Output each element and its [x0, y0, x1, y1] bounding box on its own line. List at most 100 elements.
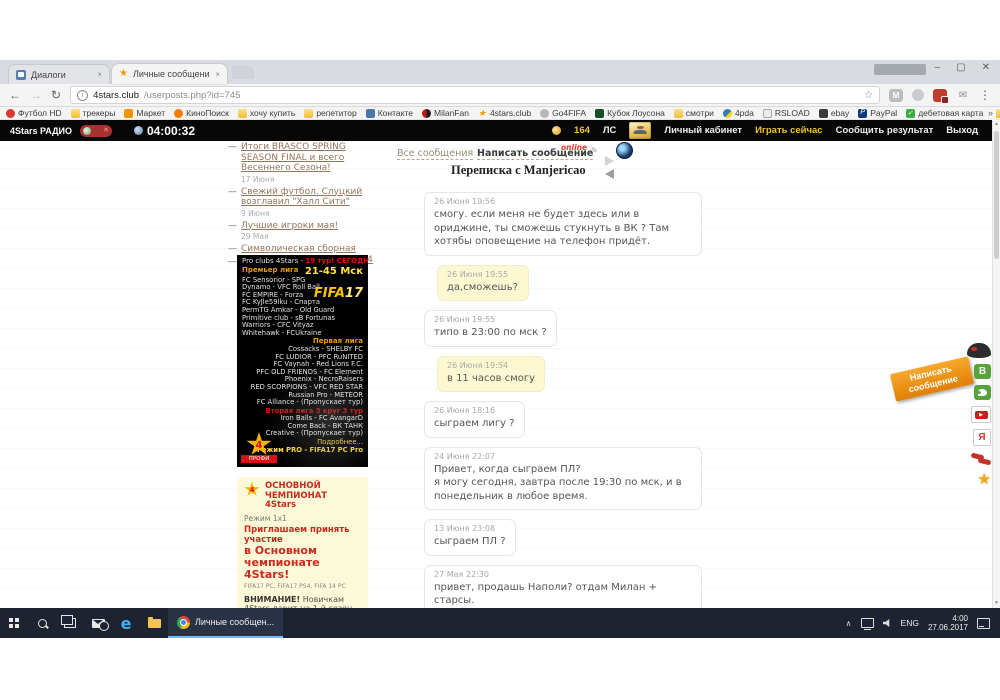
explorer-button[interactable] — [140, 608, 168, 638]
handshake-icon[interactable] — [971, 452, 991, 466]
tab-close-icon[interactable]: × — [215, 70, 220, 79]
network-icon[interactable] — [861, 618, 874, 628]
gmail-extension-icon[interactable]: M — [889, 89, 903, 102]
maximize-button[interactable]: ▢ — [956, 62, 965, 73]
bookmark[interactable]: репетитор — [304, 108, 356, 118]
message-avatar[interactable] — [395, 192, 416, 219]
tab-strip: Диалоги × ★ Личные сообщения КА × – ▢ ✕ — [0, 60, 1000, 84]
scroll-up-icon[interactable]: ▲ — [993, 120, 1000, 129]
cap-icon[interactable] — [967, 343, 991, 358]
bookmark[interactable]: Go4FIFA — [540, 108, 586, 118]
user-avatar[interactable] — [629, 122, 651, 139]
new-tab-button[interactable] — [232, 66, 254, 79]
bookmark[interactable]: Контакте — [366, 108, 413, 118]
minimize-button[interactable]: – — [935, 62, 941, 73]
yandex-icon[interactable]: Я — [973, 429, 991, 446]
scroll-down-icon[interactable]: ▼ — [993, 599, 1000, 608]
message-bubble: 26 Июня 19:55 да,сможешь? — [437, 265, 529, 302]
language-indicator[interactable]: ENG — [901, 618, 919, 628]
reload-icon[interactable]: ↻ — [51, 89, 61, 101]
report-result-link[interactable]: Сообщить результат — [836, 125, 934, 136]
bookmarks-overflow-icon[interactable]: » — [985, 107, 996, 120]
page-scrollbar[interactable]: ▲ ▼ — [992, 120, 1000, 608]
news-item: — Итоги BRASCO SPRING SEASON FINAL и все… — [228, 142, 380, 184]
message-avatar[interactable] — [395, 310, 416, 337]
bookmark[interactable]: 4stars.club — [478, 108, 531, 118]
bookmark-favicon-icon — [540, 109, 549, 118]
bookmark[interactable]: Маркет — [124, 108, 165, 118]
news-link[interactable]: Свежий футбол. Слуцкий возглавил "Халл С… — [241, 187, 380, 208]
scrollbar-thumb[interactable] — [994, 131, 999, 259]
red-extension-icon[interactable] — [933, 89, 947, 102]
radio-player[interactable] — [80, 125, 112, 137]
start-button[interactable] — [0, 608, 28, 638]
message-avatar[interactable] — [395, 265, 429, 291]
twitter-icon[interactable] — [974, 385, 991, 400]
task-view-button[interactable] — [56, 608, 84, 638]
action-center-icon[interactable] — [977, 618, 990, 629]
star-badge-icon: 4 — [246, 432, 272, 457]
message-avatar[interactable] — [395, 519, 416, 546]
bookmark-star-icon[interactable]: ☆ — [864, 90, 873, 101]
logout-link[interactable]: Выход — [946, 125, 978, 136]
site-header: 4Stars РАДИО 04:00:32 164 ЛС Личный каби… — [0, 120, 1000, 141]
bookmark-favicon-icon — [478, 109, 487, 118]
tab-close-icon[interactable]: × — [97, 70, 102, 79]
coins-count[interactable]: 164 — [574, 125, 590, 136]
news-link[interactable]: Итоги BRASCO SPRING SEASON FINAL и всего… — [241, 142, 380, 174]
first-league-matches: Cossacks - SHELBY FCFC LUDIOR - PFC RuNI… — [242, 346, 363, 407]
news-link[interactable]: Лучшие игроки мая! — [241, 221, 338, 232]
bookmark-label: смотри — [686, 108, 714, 118]
chrome-task-button[interactable]: Личные сообщен... — [168, 608, 283, 638]
tab-title: Диалоги — [31, 70, 92, 80]
vk-icon[interactable]: В — [974, 364, 991, 379]
tournament-poster[interactable]: Pro clubs 4Stars - 19 тур! СЕГОДНЯ Премь… — [237, 255, 368, 467]
bookmark[interactable]: ebay — [819, 108, 849, 118]
edge-button[interactable]: e — [112, 608, 140, 638]
bookmark[interactable]: 4pda — [723, 108, 754, 118]
message-avatar[interactable] — [395, 401, 416, 428]
bookmark[interactable]: MilanFan — [422, 108, 469, 118]
clock-time: 04:00:32 — [147, 124, 195, 138]
search-button[interactable] — [28, 608, 56, 638]
page-info-icon[interactable]: i — [77, 90, 88, 101]
tray-chevron-icon[interactable]: ∧ — [846, 619, 852, 628]
close-button[interactable]: ✕ — [982, 62, 990, 73]
bookmark[interactable]: RSLOAD — [763, 108, 810, 118]
globe-extension-icon[interactable] — [912, 89, 924, 101]
message-avatar[interactable] — [395, 447, 416, 474]
bookmark[interactable]: смотри — [674, 108, 714, 118]
tab-private-messages[interactable]: ★ Личные сообщения КА × — [112, 64, 227, 84]
radio-label: 4Stars РАДИО — [10, 126, 72, 136]
write-message-ribbon[interactable]: Написать сообщение — [890, 356, 974, 401]
tray-clock[interactable]: 4:00 27.06.2017 — [928, 614, 968, 632]
bookmark-favicon-icon — [422, 109, 431, 118]
message-date: 26 Июня 18:16 — [434, 406, 515, 415]
bookmark[interactable]: Кубок Лоусона — [595, 108, 665, 118]
mail-extension-icon[interactable]: ✉ — [956, 89, 970, 102]
youtube-icon[interactable]: ▶ — [971, 406, 991, 423]
volume-icon[interactable] — [883, 619, 892, 627]
cabinet-link[interactable]: Личный кабинет — [664, 125, 742, 136]
back-icon[interactable]: ← — [9, 89, 21, 101]
menu-icon[interactable]: ⋮ — [979, 89, 991, 101]
bookmark[interactable]: хочу купить — [238, 108, 295, 118]
4stars-icon[interactable]: ★ — [978, 472, 991, 487]
tab-dialogs[interactable]: Диалоги × — [8, 64, 110, 84]
message-avatar[interactable] — [395, 356, 429, 382]
bookmark[interactable]: трекеры — [71, 108, 116, 118]
pm-link[interactable]: ЛС — [603, 125, 617, 136]
all-messages-link[interactable]: Все сообщения — [397, 148, 473, 160]
bookmark-label: КиноПоиск — [186, 108, 229, 118]
message-bubble: 26 Июня 19:56 смогу. если меня не будет … — [424, 192, 702, 256]
play-now-link[interactable]: Играть сейчас — [755, 125, 823, 136]
message-avatar[interactable] — [395, 565, 416, 592]
bookmark[interactable]: дебетовая карта — [906, 108, 983, 118]
bookmark[interactable]: КиноПоиск — [174, 108, 229, 118]
address-bar[interactable]: i 4stars.club /userposts.php?id=745 ☆ — [70, 86, 880, 104]
bookmark[interactable]: Футбол HD — [6, 108, 62, 118]
mail-button[interactable] — [84, 608, 112, 638]
forward-icon[interactable]: → — [30, 89, 42, 101]
bookmark[interactable]: PayPal — [858, 108, 897, 118]
windows-taskbar: e Личные сообщен... ∧ ENG 4:00 27.06.201… — [0, 608, 1000, 638]
